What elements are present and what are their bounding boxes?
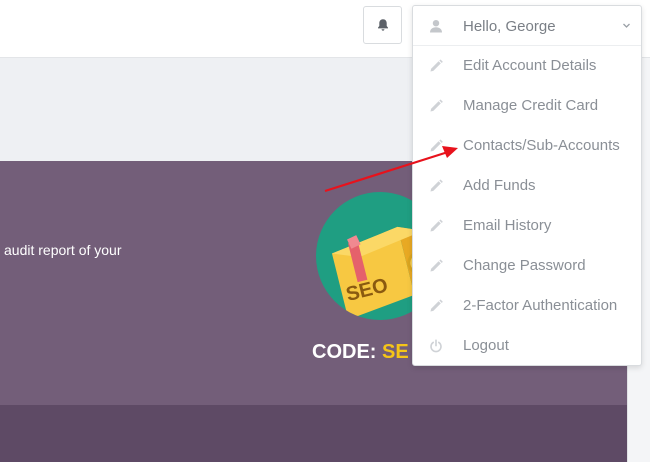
bell-icon [377, 19, 388, 31]
pencil-icon [430, 59, 443, 72]
menu-item-label: Manage Credit Card [463, 97, 599, 114]
menu-item-label: Email History [463, 217, 552, 234]
promo-code-label: CODE: [312, 341, 377, 363]
menu-item-edit-account-details[interactable]: Edit Account Details [413, 46, 641, 86]
chevron-down-icon [623, 23, 630, 28]
pencil-icon [430, 299, 443, 312]
power-icon [430, 339, 442, 353]
account-menu-toggle[interactable]: Hello, George [413, 6, 641, 46]
pencil-icon [430, 219, 443, 232]
menu-item-label: Logout [463, 337, 509, 354]
pencil-icon [430, 259, 443, 272]
banner-bottom-band [0, 405, 627, 462]
menu-item-label: Edit Account Details [463, 57, 597, 74]
notifications-button[interactable] [363, 6, 402, 44]
menu-item-contacts-sub-accounts[interactable]: Contacts/Sub-Accounts [413, 126, 641, 166]
account-dropdown-menu: Hello, George Edit Account Details Manag… [412, 5, 642, 366]
menu-item-logout[interactable]: Logout [413, 326, 641, 366]
menu-item-manage-credit-card[interactable]: Manage Credit Card [413, 86, 641, 126]
menu-item-change-password[interactable]: Change Password [413, 246, 641, 286]
promo-code-value: SE [382, 341, 409, 363]
user-greeting: Hello, George [463, 18, 556, 35]
menu-item-2-factor-authentication[interactable]: 2-Factor Authentication [413, 286, 641, 326]
pencil-icon [430, 139, 443, 152]
menu-item-label: Add Funds [463, 177, 536, 194]
menu-item-label: Change Password [463, 257, 586, 274]
menu-item-email-history[interactable]: Email History [413, 206, 641, 246]
pencil-icon [430, 99, 443, 112]
pencil-icon [430, 179, 443, 192]
menu-item-label: Contacts/Sub-Accounts [463, 137, 620, 154]
banner-description: audit report of your [4, 242, 122, 258]
promo-code: CODE: SE [312, 341, 409, 364]
menu-item-label: 2-Factor Authentication [463, 297, 618, 314]
user-icon [430, 20, 442, 33]
menu-item-add-funds[interactable]: Add Funds [413, 166, 641, 206]
